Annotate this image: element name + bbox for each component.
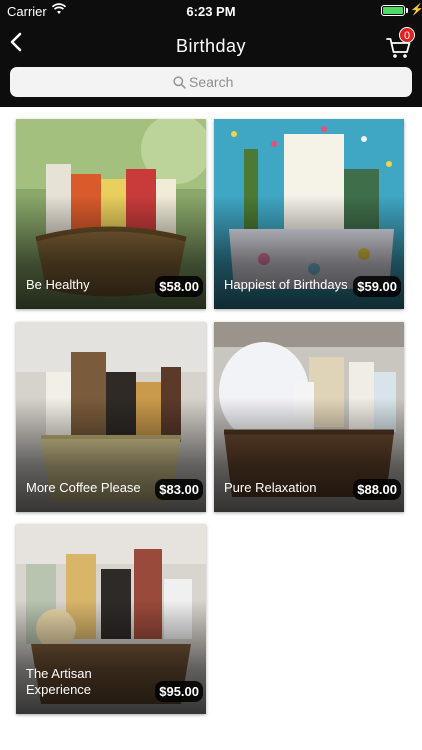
cart-button[interactable]: 0 xyxy=(386,27,418,59)
product-card-be-healthy[interactable]: Be Healthy $58.00 xyxy=(16,119,206,309)
battery-tip xyxy=(406,8,408,13)
product-name: Happiest of Birthdays xyxy=(224,277,348,292)
product-card-the-artisan-experience[interactable]: The Artisan Experience $95.00 xyxy=(16,524,206,714)
product-card-pure-relaxation[interactable]: Pure Relaxation $88.00 xyxy=(214,322,404,512)
page-title: Birthday xyxy=(175,36,247,56)
charging-icon: ⚡ xyxy=(410,4,422,16)
battery-icon xyxy=(381,5,405,16)
product-name: Pure Relaxation xyxy=(224,480,317,495)
cart-count-badge: 0 xyxy=(399,27,415,43)
product-name: More Coffee Please xyxy=(26,480,141,495)
product-name: The Artisan Experience xyxy=(26,666,92,697)
product-card-more-coffee-please[interactable]: More Coffee Please $83.00 xyxy=(16,322,206,512)
product-price: $83.00 xyxy=(155,479,203,500)
product-card-happiest-of-birthdays[interactable]: Happiest of Birthdays $59.00 xyxy=(214,119,404,309)
product-name: Be Healthy xyxy=(26,277,90,292)
search-input[interactable] xyxy=(189,74,249,90)
product-price: $58.00 xyxy=(155,276,203,297)
status-bar: Carrier 6:23 PM ⚡ xyxy=(0,0,422,22)
product-price: $95.00 xyxy=(155,681,203,702)
nav-bar: Birthday 0 xyxy=(0,27,422,63)
header: Carrier 6:23 PM ⚡ Birthday 0 xyxy=(0,0,422,107)
status-time: 6:23 PM xyxy=(186,4,236,19)
search-bar[interactable] xyxy=(10,67,412,97)
product-price: $88.00 xyxy=(353,479,401,500)
search-icon xyxy=(173,75,186,89)
product-price: $59.00 xyxy=(353,276,401,297)
